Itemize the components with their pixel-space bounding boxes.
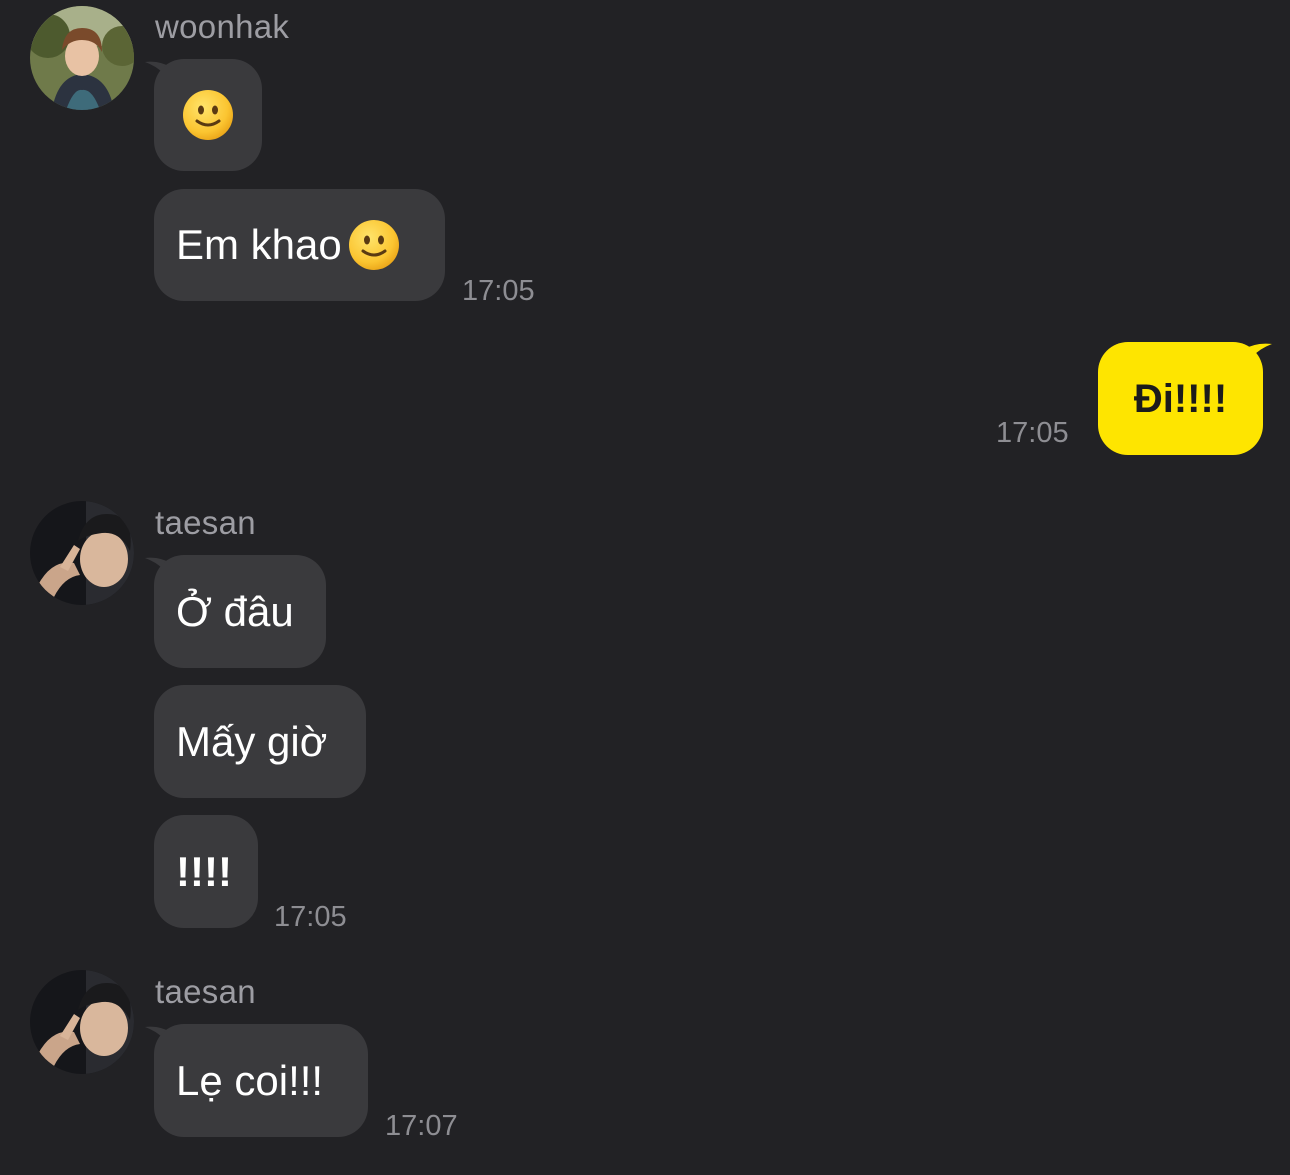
message-timestamp: 17:05	[996, 417, 1069, 449]
message-text: Em khao	[176, 221, 342, 268]
outgoing-message-bubble[interactable]: Đi!!!!	[1098, 342, 1263, 455]
sender-name: taesan	[155, 504, 256, 541]
message-timestamp: 17:05	[274, 901, 347, 933]
message-timestamp: 17:05	[462, 275, 535, 307]
message-bubble[interactable]: Ở đâu	[154, 555, 326, 668]
message-bubble[interactable]: 🙂	[154, 59, 262, 171]
message-text: Ở đâu	[176, 587, 294, 635]
message-bubble[interactable]: Lẹ coi!!!	[154, 1024, 368, 1137]
avatar-taesan[interactable]	[30, 970, 134, 1074]
message-bubble[interactable]: !!!!	[154, 815, 258, 928]
message-text: Mấy giờ	[176, 717, 328, 765]
avatar-taesan[interactable]	[30, 501, 134, 605]
slightly-smiling-face-icon	[182, 89, 234, 141]
message-text: Đi!!!!	[1133, 376, 1228, 421]
slightly-smiling-face-icon	[348, 219, 400, 271]
message-bubble[interactable]: Mấy giờ	[154, 685, 366, 798]
message-timestamp: 17:07	[385, 1110, 458, 1142]
message-text: Lẹ coi!!!	[176, 1056, 324, 1104]
sender-name: woonhak	[155, 8, 290, 45]
avatar-woonhak[interactable]	[30, 6, 134, 110]
sender-name: taesan	[155, 973, 256, 1010]
message-bubble[interactable]: Em khao	[154, 189, 445, 301]
message-text: !!!!	[176, 847, 232, 895]
